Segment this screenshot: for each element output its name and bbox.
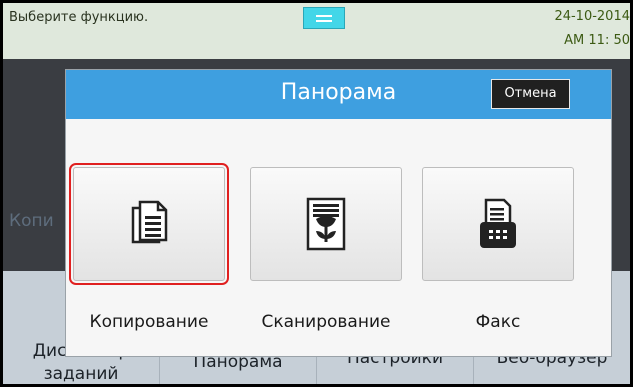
copy-function-button[interactable] <box>69 163 229 285</box>
copy-icon <box>131 200 168 244</box>
fax-function-label: Факс <box>475 312 521 332</box>
pull-down-handle[interactable] <box>303 7 345 29</box>
tab-label: заданий <box>43 364 119 384</box>
status-time: AM 11: 50 <box>564 33 630 48</box>
dialog-header: Панорама Отмена <box>66 70 611 119</box>
touch-panel-screen: Выберите функцию. 24-10-2014 AM 11: 50 К… <box>3 3 630 384</box>
copy-function-label: Копирование <box>89 312 209 332</box>
fax-function-button[interactable] <box>422 167 574 281</box>
fax-icon <box>480 198 516 248</box>
cancel-button[interactable]: Отмена <box>491 79 570 109</box>
home-copy-tile-label[interactable]: Копи <box>9 211 54 231</box>
status-bar: Выберите функцию. 24-10-2014 AM 11: 50 <box>3 3 630 59</box>
panorama-dialog: Панорама Отмена Копирование Сканирование… <box>66 70 611 356</box>
scan-function-label: Сканирование <box>261 312 391 332</box>
scan-icon <box>306 197 346 251</box>
scan-function-button[interactable] <box>250 167 402 281</box>
status-message: Выберите функцию. <box>9 10 149 25</box>
status-date: 24-10-2014 <box>554 9 630 24</box>
